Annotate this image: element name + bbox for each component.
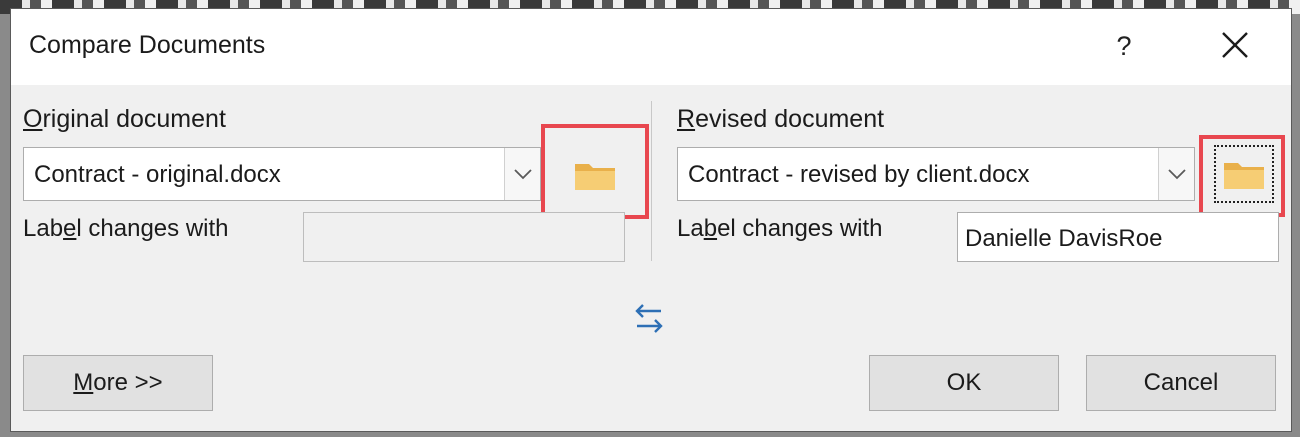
original-browse-button[interactable] <box>566 147 624 201</box>
swap-arrows-icon <box>635 304 663 333</box>
original-document-dropdown[interactable] <box>504 148 540 200</box>
revised-label-changes-value: Danielle DavisRoe <box>965 225 1163 252</box>
original-document-label: Original document <box>23 105 226 133</box>
revised-label-changes-field[interactable]: Danielle DavisRoe <box>957 212 1279 262</box>
original-label-changes-label: Label changes with <box>23 215 229 242</box>
folder-icon <box>1224 163 1264 189</box>
more-button[interactable]: More >> <box>23 355 213 411</box>
close-button[interactable] <box>1213 23 1257 67</box>
original-document-value: Contract - original.docx <box>34 161 281 188</box>
compare-documents-dialog: Compare Documents ? Original document Co… <box>10 8 1292 432</box>
section-divider <box>651 101 652 261</box>
title-bar: Compare Documents ? <box>11 9 1291 85</box>
revised-document-dropdown[interactable] <box>1158 148 1194 200</box>
dialog-title: Compare Documents <box>29 31 266 59</box>
folder-icon <box>575 164 615 190</box>
revised-document-label: Revised document <box>677 105 885 133</box>
ok-button[interactable]: OK <box>869 355 1059 411</box>
revised-label-changes-label: Label changes with <box>677 215 883 242</box>
original-document-combo[interactable]: Contract - original.docx <box>23 147 541 201</box>
revised-browse-button[interactable] <box>1214 145 1274 203</box>
chevron-down-icon <box>1168 169 1186 180</box>
revised-document-combo[interactable]: Contract - revised by client.docx <box>677 147 1195 201</box>
original-label-changes-field[interactable] <box>303 212 625 262</box>
help-button[interactable]: ? <box>1107 25 1141 67</box>
revised-document-value: Contract - revised by client.docx <box>688 161 1030 188</box>
close-icon <box>1222 32 1248 58</box>
chevron-down-icon <box>514 169 532 180</box>
cancel-button[interactable]: Cancel <box>1086 355 1276 411</box>
swap-documents-button[interactable] <box>629 299 669 339</box>
